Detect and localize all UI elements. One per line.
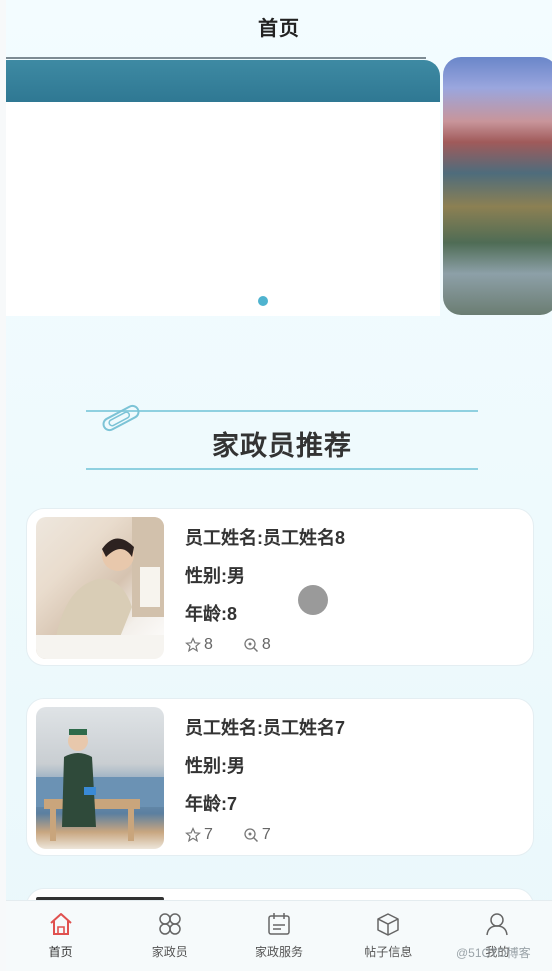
- tab-posts-label: 帖子信息: [364, 945, 413, 959]
- section-divider-top: [86, 410, 478, 412]
- star-icon: [185, 637, 201, 653]
- staff-photo-figure: [36, 729, 164, 841]
- staff-name: 员工姓名:员工姓名8: [185, 528, 346, 548]
- likes-stat[interactable]: 8: [185, 636, 213, 654]
- tab-posts[interactable]: 帖子信息: [334, 901, 443, 971]
- tab-housekeepers-label: 家政员: [151, 945, 188, 959]
- tab-services-label: 家政服务: [255, 945, 304, 959]
- grid-icon: [159, 913, 181, 935]
- banner-slide-image-top: [6, 60, 440, 102]
- user-icon: [486, 913, 509, 936]
- section-header: 家政员推荐: [86, 400, 478, 472]
- staff-card[interactable]: 员工姓名:员工姓名8 性别:男 年龄:8 8 8: [26, 508, 534, 666]
- touch-indicator: [298, 585, 328, 615]
- staff-photo-figure: [36, 517, 164, 659]
- banner-indicator: [258, 296, 268, 306]
- calendar-icon: [268, 913, 290, 935]
- views-stat[interactable]: 8: [243, 636, 271, 654]
- likes-count: 7: [204, 826, 213, 843]
- home-icon: [49, 913, 72, 935]
- staff-photo: [36, 707, 164, 849]
- section-title: 家政员推荐: [212, 431, 352, 461]
- section-divider-bottom: [86, 468, 478, 470]
- star-icon: [185, 827, 201, 843]
- staff-info: 员工姓名:员工姓名7 性别:男 年龄:7: [185, 717, 345, 831]
- likes-count: 8: [204, 636, 213, 653]
- staff-name: 员工姓名:员工姓名7: [185, 718, 346, 738]
- app-screen: 首页 家政员推荐 员工姓名:员工姓名8 性别:男 年龄:8 8 8 员工姓名:员…: [6, 0, 552, 971]
- box-icon: [377, 913, 399, 936]
- staff-card[interactable]: 员工姓名:员工姓名7 性别:男 年龄:7 7 7: [26, 698, 534, 856]
- staff-photo: [36, 517, 164, 659]
- views-count: 8: [261, 636, 271, 653]
- likes-stat[interactable]: 7: [185, 826, 213, 844]
- watermark-text: @51CTO博客: [456, 946, 531, 960]
- views-stat[interactable]: 7: [243, 826, 271, 844]
- staff-stats: 7 7: [185, 826, 301, 844]
- page-title: 首页: [258, 17, 300, 40]
- banner-slide-current[interactable]: [6, 60, 440, 316]
- tab-housekeepers[interactable]: 家政员: [115, 901, 224, 971]
- banner-carousel[interactable]: [6, 57, 552, 318]
- banner-slide-next[interactable]: [443, 57, 552, 315]
- staff-info: 员工姓名:员工姓名8 性别:男 年龄:8: [185, 527, 345, 641]
- tab-services[interactable]: 家政服务: [224, 901, 333, 971]
- view-search-icon: [244, 828, 258, 843]
- views-count: 7: [261, 826, 271, 843]
- staff-gender: 性别:男: [185, 756, 245, 776]
- header-divider: [6, 57, 426, 59]
- staff-stats: 8 8: [185, 636, 301, 654]
- view-search-icon: [244, 638, 258, 653]
- tab-home-label: 首页: [48, 945, 73, 959]
- header-bar: 首页: [6, 0, 552, 58]
- banner-dot-active[interactable]: [258, 296, 268, 306]
- tab-home[interactable]: 首页: [6, 901, 115, 971]
